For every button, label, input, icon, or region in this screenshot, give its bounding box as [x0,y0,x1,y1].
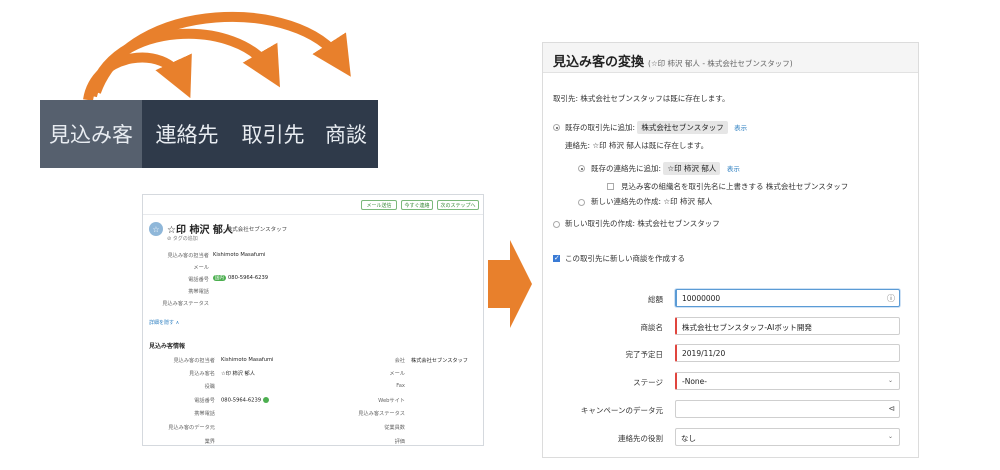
field-label: 見込み客の担当者 [167,253,209,259]
info-label: メール [389,371,405,377]
dialog-title: 見込み客の変換 [553,55,645,70]
contact-exists-message: 連絡先: ☆印 柿沢 郁人は既に存在します。 [565,141,709,150]
closing-date-input[interactable]: 2019/11/20 [675,344,900,362]
chevron-down-icon: ⌄ [887,433,893,440]
tab-contacts[interactable]: 連絡先 [142,100,232,168]
info-label: 従業員数 [384,425,405,431]
amount-value: 10000000 [682,294,721,303]
info-label: 見込み客のデータ元 [168,425,215,431]
contact-role-select[interactable]: なし ⌄ [675,428,900,446]
call-now-button[interactable]: 今すぐ連絡 [401,200,433,210]
add-existing-account-row: 既存の取引先に追加: 株式会社セブンスタッフ 表示 [565,121,747,134]
next-step-button[interactable]: 次のステップへ [437,200,479,210]
contact-role-label: 連絡先の役割 [618,434,663,443]
amount-label: 総額 [648,295,663,304]
section-title: 見込み客情報 [149,343,186,350]
call-icon[interactable] [263,397,270,403]
field-label: メール [193,265,209,271]
tab-accounts[interactable]: 取引先 [232,100,314,168]
info-label: 業界 [204,439,215,445]
module-tab-bar: 見込み客 連絡先 取引先 商談 [40,100,378,168]
info-phone-value[interactable]: 080-5964-6239 [221,397,270,404]
dialog-subtitle: (☆印 柿沢 郁人 - 株式会社セブンスタッフ) [648,59,793,68]
campaign-source-input[interactable]: ⊲ [675,400,900,418]
chevron-down-icon: ⌄ [887,377,893,384]
stage-value: -None- [682,377,707,386]
info-icon[interactable]: ⓘ [887,293,895,304]
deal-name-input[interactable]: 株式会社セブンスタッフ-AIボット開発 [675,317,900,335]
avatar: ☆ [149,222,163,236]
info-label: 評価 [394,439,405,445]
closing-date-value: 2019/11/20 [682,349,726,358]
dialog-header: 見込み客の変換 (☆印 柿沢 郁人 - 株式会社セブンスタッフ) [543,43,918,73]
tab-deals[interactable]: 商談 [314,100,378,168]
create-deal-checkbox[interactable] [553,254,560,262]
record-company: - 株式会社セブンスタッフ [223,227,288,233]
phone-type-badge: 国内 [213,275,226,281]
info-label: 見込み客の担当者 [173,358,215,364]
info-label: 会社 [394,358,405,364]
field-label: 電話番号 [188,277,209,283]
info-phone-number: 080-5964-6239 [221,397,262,404]
info-label: 携帯電話 [194,411,215,417]
add-tag-label: タグの追加 [172,236,198,242]
add-tag-link[interactable]: ⊘ タグの追加 [167,235,198,242]
contact-role-value: なし [681,434,696,443]
existing-account-chip[interactable]: 株式会社セブンスタッフ [637,121,728,134]
info-label: 役職 [204,384,215,390]
hide-details-link[interactable]: 詳細を隠す ∧ [149,319,179,326]
tab-leads[interactable]: 見込み客 [40,100,142,168]
existing-contact-chip[interactable]: ☆印 柿沢 郁人 [663,162,721,175]
info-value: ☆印 柿沢 郁人 [221,371,255,377]
new-contact-radio[interactable] [578,199,585,206]
info-value: Kishimoto Masafumi [221,357,274,363]
new-account-radio[interactable] [553,221,560,228]
show-contact-link[interactable]: 表示 [727,165,740,173]
add-existing-account-radio[interactable] [553,124,560,131]
phone-number: 080-5964-6239 [228,275,269,281]
closing-date-label: 完了予定日 [625,350,664,359]
info-value: 株式会社セブンスタッフ [411,358,468,364]
lookup-icon[interactable]: ⊲ [888,404,895,413]
send-email-button[interactable]: メール送信 [361,200,397,210]
new-contact-label: 新しい連絡先の作成: ☆印 柿沢 郁人 [591,197,713,206]
right-arrow-icon [488,240,532,328]
deal-name-label: 商談名 [640,323,664,332]
campaign-source-label: キャンペーンのデータ元 [580,406,663,415]
record-toolbar: メール送信 今すぐ連絡 次のステップへ [143,195,483,215]
field-label: 携帯電話 [188,289,209,295]
field-value: Kishimoto Masafumi [213,252,266,258]
field-label: 見込み客ステータス [162,301,209,307]
add-existing-contact-label: 既存の連絡先に追加: [591,164,662,173]
lead-record-panel: メール送信 今すぐ連絡 次のステップへ ☆ ☆印 柿沢 郁人 - 株式会社セブン… [142,194,484,446]
amount-input[interactable]: 10000000 ⓘ [675,289,900,307]
info-label: Fax [396,383,405,389]
info-label: 見込み客名 [189,371,215,377]
add-existing-contact-radio[interactable] [578,165,585,172]
show-account-link[interactable]: 表示 [734,124,747,132]
overwrite-account-name-label: 見込み客の組織名を取引先名に上書きする 株式会社セブンスタッフ [621,182,849,191]
phone-value[interactable]: 国内 080-5964-6239 [213,275,268,281]
info-label: Webサイト [378,398,405,404]
stage-select[interactable]: -None- ⌄ [675,372,900,390]
info-label: 電話番号 [194,398,215,404]
new-account-label: 新しい取引先の作成: 株式会社セブンスタッフ [565,219,720,228]
stage-label: ステージ [633,378,663,387]
account-exists-message: 取引先: 株式会社セブンスタッフは既に存在します。 [553,94,730,103]
add-existing-account-label: 既存の取引先に追加: [565,123,636,132]
convert-lead-dialog: 見込み客の変換 (☆印 柿沢 郁人 - 株式会社セブンスタッフ) 取引先: 株式… [542,42,919,458]
overwrite-account-name-checkbox[interactable] [607,183,614,190]
info-label: 見込み客ステータス [358,411,405,417]
flow-arrows-illustration [83,12,351,102]
deal-name-value: 株式会社セブンスタッフ-AIボット開発 [682,323,812,332]
create-deal-label: この取引先に新しい商談を作成する [565,254,685,263]
add-existing-contact-row: 既存の連絡先に追加: ☆印 柿沢 郁人 表示 [591,162,740,175]
